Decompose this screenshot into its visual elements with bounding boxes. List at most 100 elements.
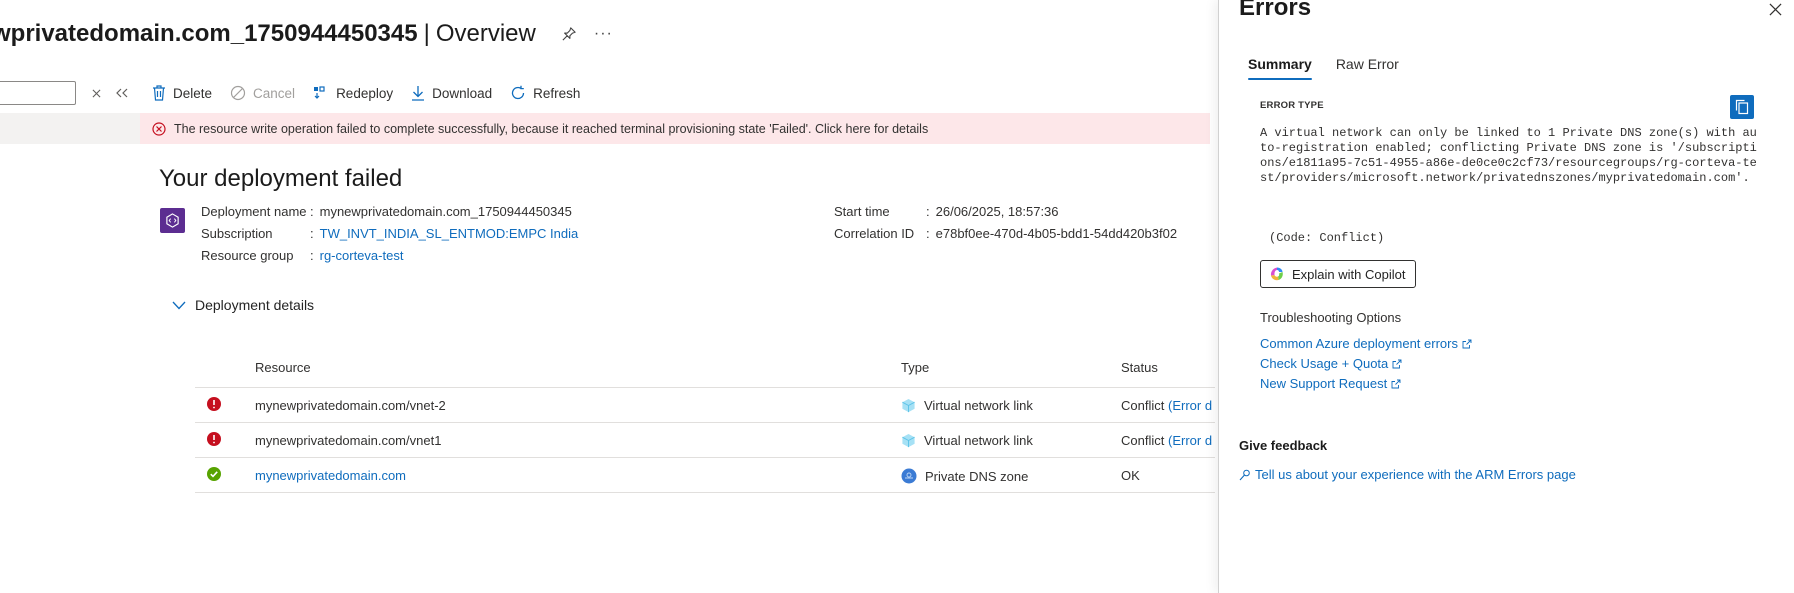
explain-with-copilot-button[interactable]: Explain with Copilot (1260, 260, 1417, 288)
resource-status: Conflict (Error d (1121, 433, 1212, 448)
feedback-icon (1239, 469, 1250, 480)
copilot-icon (1270, 267, 1283, 281)
status-text: Conflict (1121, 398, 1165, 413)
copy-button[interactable] (1730, 95, 1754, 119)
deployment-status-title: Your deployment failed (159, 165, 403, 192)
common-errors-link[interactable]: Common Azure deployment errors (1260, 336, 1472, 351)
close-icon[interactable] (1766, 0, 1784, 18)
cancel-icon (230, 85, 246, 101)
tab-summary[interactable]: Summary (1248, 56, 1312, 80)
collapse-menu-icon[interactable] (112, 83, 132, 103)
refresh-button[interactable]: Refresh (510, 80, 580, 106)
redeploy-icon (314, 86, 325, 99)
table-row[interactable]: mynewprivatedomain.com/vnet-2 Virtual ne… (195, 388, 1215, 423)
download-label: Download (432, 85, 493, 101)
title-separator: | (423, 20, 430, 47)
column-header-resource[interactable]: Resource (255, 360, 311, 375)
error-details-link[interactable]: (Error d (1168, 433, 1212, 448)
error-code: (Code: Conflict) (1269, 231, 1385, 245)
deployment-icon (160, 208, 185, 233)
error-status-icon (207, 397, 221, 411)
trash-icon (153, 85, 165, 101)
error-type-label: ERROR TYPE (1260, 100, 1324, 111)
deployment-name-row: Deployment name: mynewprivatedomain.com_1… (201, 204, 572, 219)
search-input[interactable] (0, 81, 76, 105)
deployment-details-label: Deployment details (195, 297, 315, 313)
deployment-details-toggle[interactable]: Deployment details (172, 297, 314, 313)
resource-type: Private DNS zone (901, 468, 1028, 484)
table-row[interactable]: mynewprivatedomain.com/vnet1 Virtual net… (195, 423, 1215, 458)
refresh-icon (512, 85, 525, 100)
virtual-network-link-icon (902, 433, 915, 448)
error-details-link[interactable]: (Error d (1168, 398, 1212, 413)
refresh-label: Refresh (533, 85, 581, 101)
troubleshooting-label: Troubleshooting Options (1260, 310, 1402, 325)
page-subtitle: Overview (435, 20, 536, 47)
cancel-label: Cancel (253, 85, 296, 101)
errors-tabs: Summary Raw Error (1248, 56, 1423, 80)
correlation-id-value: e78bf0ee-470d-4b05-bdd1-54dd420b3f02 (935, 226, 1178, 241)
resource-type: Virtual network link (901, 398, 1033, 413)
start-time-value: 26/06/2025, 18:57:36 (935, 204, 1059, 219)
error-status-icon (207, 432, 221, 446)
support-request-link[interactable]: New Support Request (1260, 376, 1401, 391)
copilot-button-label: Explain with Copilot (1292, 266, 1406, 282)
resource-group-row: Resource group: rg-corteva-test (201, 248, 404, 263)
redeploy-button[interactable]: Redeploy (313, 80, 393, 106)
subscription-row: Subscription: TW_INVT_INDIA_SL_ENTMOD:EMP… (201, 226, 579, 241)
errors-panel: Errors Summary Raw Error ERROR TYPE A vi… (1218, 0, 1794, 593)
resource-name: mynewprivatedomain.com/vnet1 (255, 433, 442, 448)
resource-type: Virtual network link (901, 433, 1033, 448)
pin-icon[interactable] (560, 25, 578, 43)
download-icon (412, 86, 425, 101)
resource-group-link[interactable]: rg-corteva-test (320, 248, 404, 263)
deployment-name-label: Deployment name (201, 204, 307, 219)
download-button[interactable]: Download (411, 80, 492, 106)
resource-type-label: Virtual network link (924, 433, 1033, 448)
delete-label: Delete (173, 85, 213, 101)
start-time-label: Start time (834, 204, 890, 219)
resource-status: Conflict (Error d (1121, 398, 1212, 413)
correlation-id-row: Correlation ID: e78bf0ee-470d-4b05-bdd1-5… (834, 226, 1178, 241)
resource-type-label: Private DNS zone (925, 468, 1029, 484)
page-title: wprivatedomain.com_1750944450345 (0, 20, 418, 47)
external-link-icon (1392, 359, 1402, 368)
deployment-details-table: Resource Type Status mynewprivatedomain.… (195, 346, 1215, 493)
success-status-icon (207, 467, 221, 481)
copy-icon (1735, 99, 1749, 115)
deployment-name-value: mynewprivatedomain.com_1750944450345 (319, 204, 572, 219)
tab-raw-error[interactable]: Raw Error (1336, 56, 1399, 80)
nav-strip (0, 113, 140, 144)
column-header-status[interactable]: Status (1121, 360, 1158, 375)
command-bar: Delete Cancel Redeploy Download Refresh (0, 80, 598, 106)
correlation-id-label: Correlation ID (834, 226, 915, 241)
resource-type-label: Virtual network link (924, 398, 1033, 413)
virtual-network-link-icon (902, 398, 915, 413)
give-feedback-label: Give feedback (1239, 438, 1328, 453)
start-time-row: Start time:26/06/2025, 18:57:36 (834, 204, 1059, 219)
error-circle-icon (152, 121, 166, 136)
clear-search-icon[interactable] (86, 83, 106, 103)
error-banner[interactable]: The resource write operation failed to c… (140, 113, 1210, 144)
external-link-icon (1391, 379, 1401, 388)
delete-button[interactable]: Delete (152, 80, 212, 106)
subscription-label: Subscription (201, 226, 273, 241)
status-text: Conflict (1121, 433, 1165, 448)
page-header: wprivatedomain.com_1750944450345 | Overv… (0, 14, 613, 54)
cancel-button[interactable]: Cancel (230, 80, 295, 106)
redeploy-label: Redeploy (336, 85, 394, 101)
column-header-type[interactable]: Type (901, 360, 929, 375)
resource-group-label: Resource group (201, 248, 294, 263)
private-dns-zone-icon (901, 468, 917, 484)
subscription-link[interactable]: TW_INVT_INDIA_SL_ENTMOD:EMPC India (320, 226, 579, 241)
resource-name: mynewprivatedomain.com/vnet-2 (255, 398, 446, 413)
table-header: Resource Type Status (195, 346, 1215, 388)
resource-link[interactable]: mynewprivatedomain.com (255, 468, 406, 483)
table-row[interactable]: mynewprivatedomain.com Private DNS zone … (195, 458, 1215, 493)
feedback-link[interactable]: Tell us about your experience with the A… (1239, 467, 1576, 482)
status-text: OK (1121, 468, 1140, 483)
usage-quota-link[interactable]: Check Usage + Quota (1260, 356, 1402, 371)
external-link-icon (1462, 339, 1472, 348)
chevron-down-icon (172, 301, 186, 309)
more-options-icon[interactable]: ··· (594, 25, 613, 43)
